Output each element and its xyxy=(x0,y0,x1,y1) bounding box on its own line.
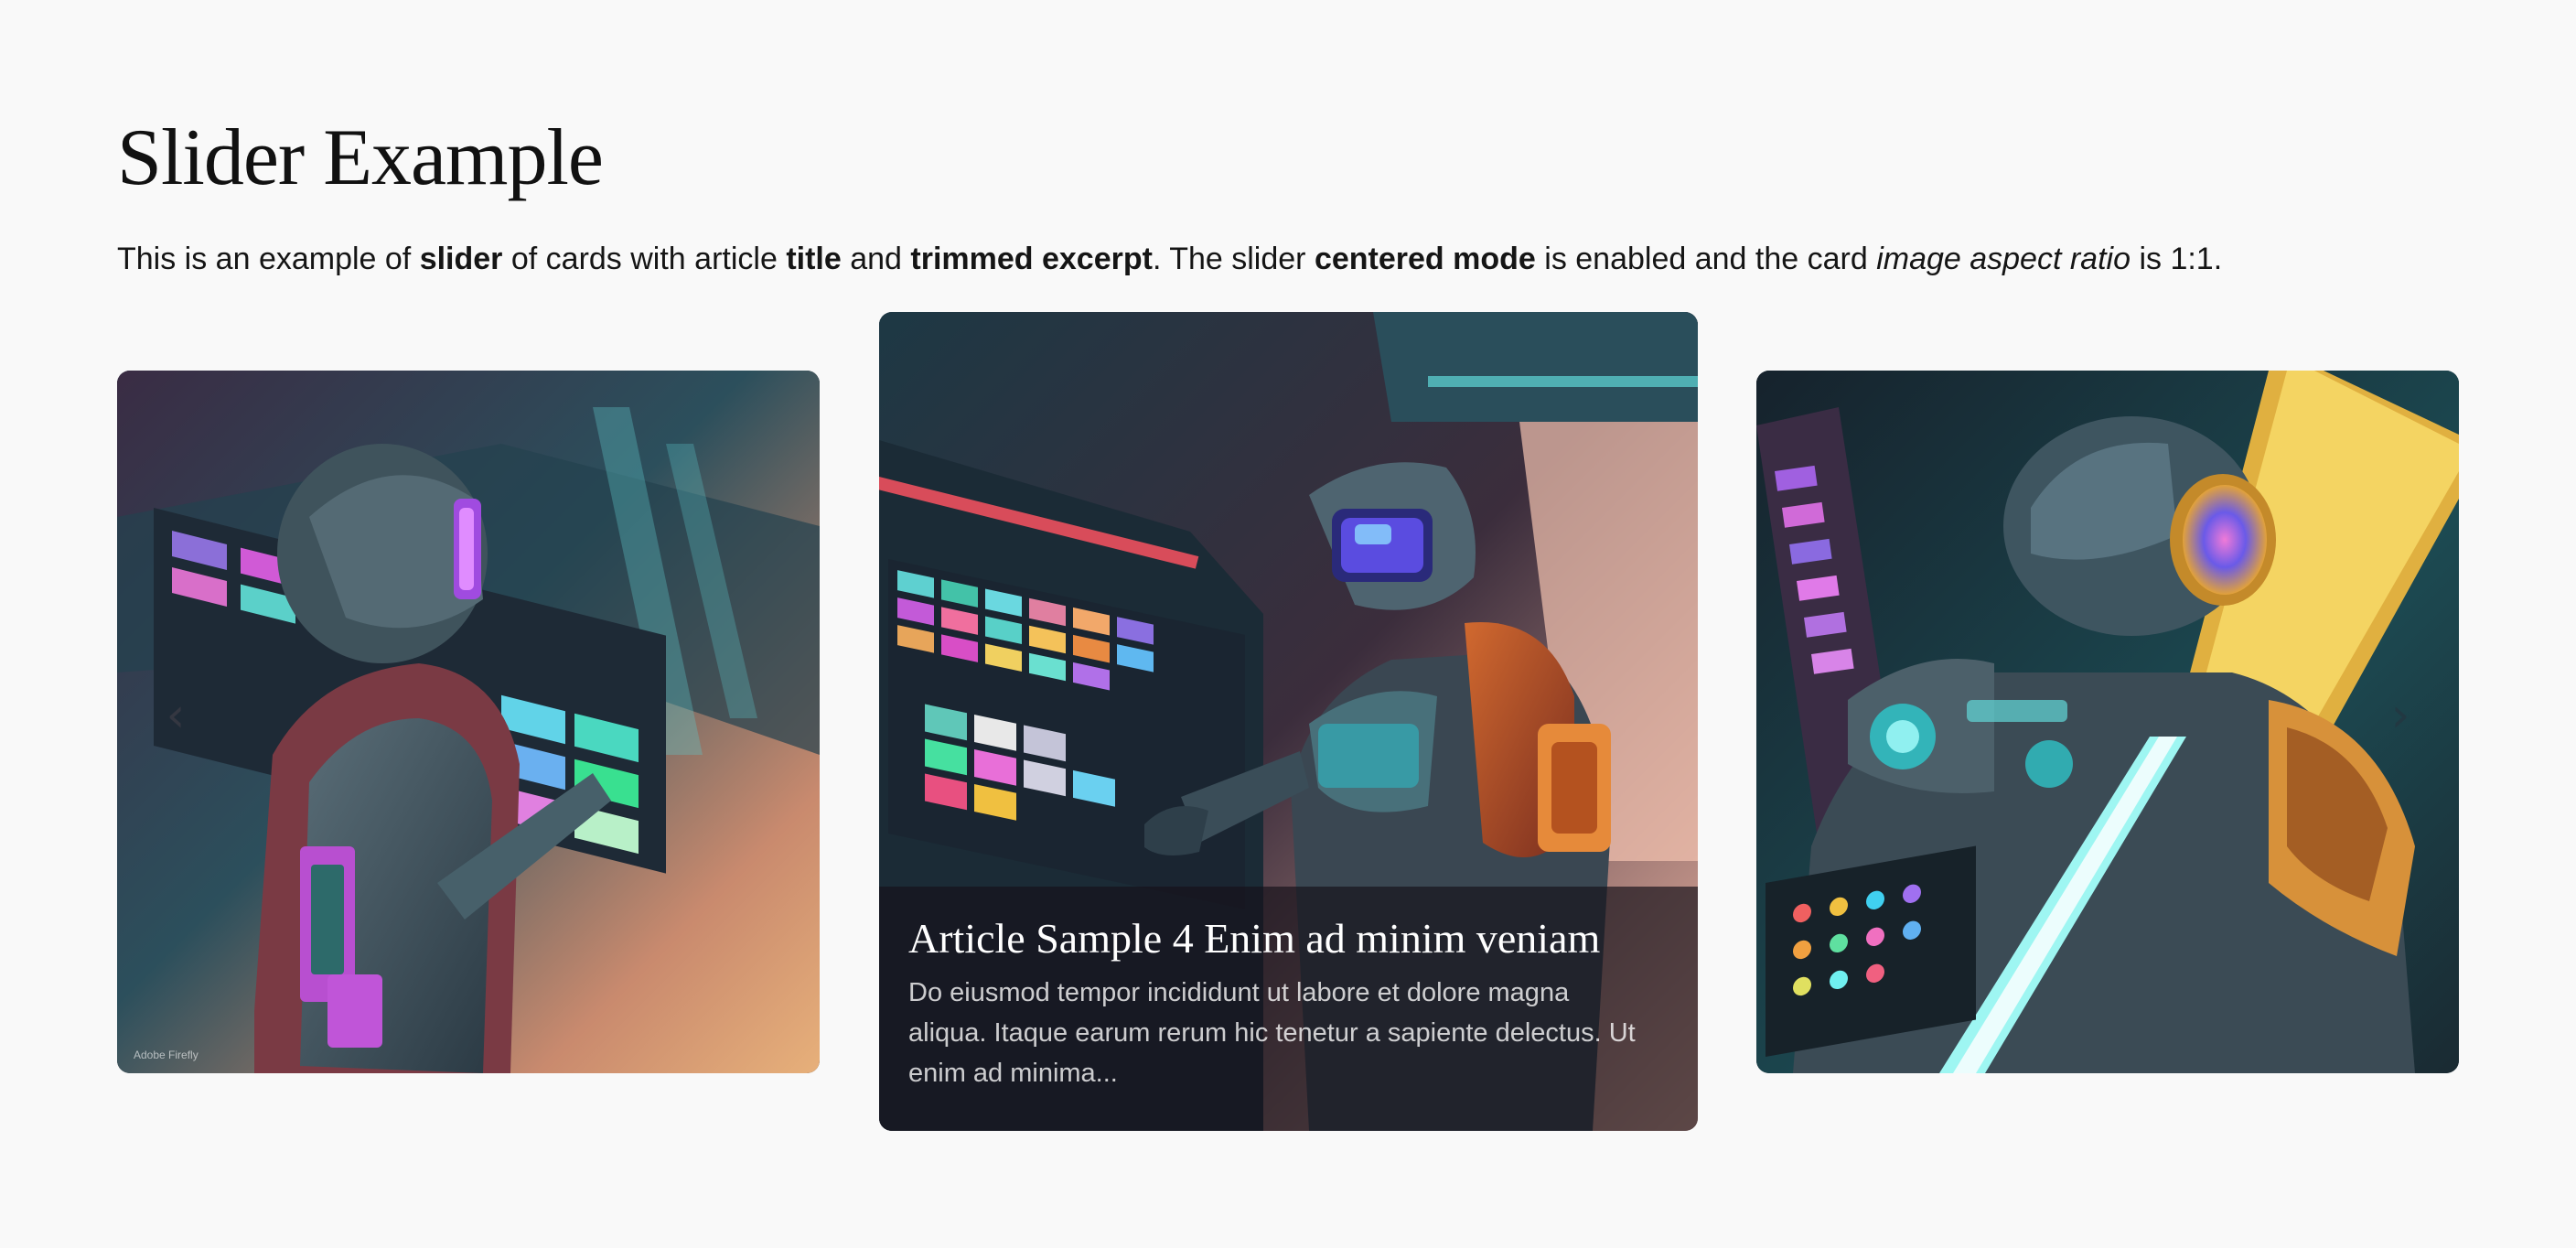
slider-next-button[interactable]: › xyxy=(2373,688,2428,743)
svg-text:Adobe Firefly: Adobe Firefly xyxy=(134,1049,199,1061)
slider-card-right[interactable] xyxy=(1756,371,2459,1073)
slider-card-left[interactable]: Adobe Firefly xyxy=(117,371,820,1073)
card-excerpt: Do eiusmod tempor incididunt ut labore e… xyxy=(908,978,1636,1088)
chevron-right-icon: › xyxy=(2390,688,2410,743)
card-caption: Article Sample 4 Enim ad minim veniam Do… xyxy=(879,887,1698,1131)
chevron-left-icon: ‹ xyxy=(166,688,186,743)
slider-prev-button[interactable]: ‹ xyxy=(148,688,203,743)
card-slider: Adobe Firefly Article Sample 4 Enim ad m… xyxy=(0,0,2576,1248)
card-image-left: Adobe Firefly xyxy=(117,371,820,1073)
card-image-right xyxy=(1756,371,2459,1073)
card-title[interactable]: Article Sample 4 Enim ad minim veniam xyxy=(908,912,1669,965)
slider-card-center-active[interactable]: Article Sample 4 Enim ad minim veniam Do… xyxy=(879,312,1698,1131)
